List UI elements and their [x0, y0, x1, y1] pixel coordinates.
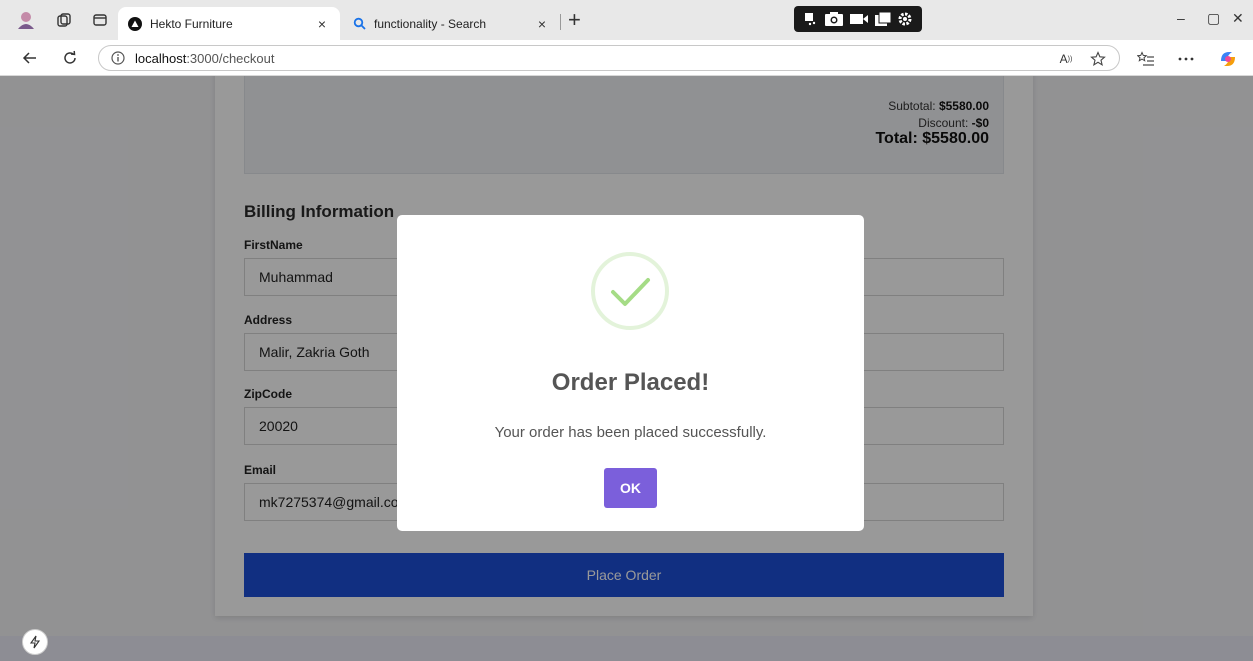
success-check-icon — [590, 251, 670, 331]
tab-close-icon[interactable]: × — [314, 16, 330, 32]
order-placed-modal: Order Placed! Your order has been placed… — [397, 215, 864, 531]
copilot-icon[interactable] — [1218, 49, 1238, 69]
screen-capture-toolbar — [794, 6, 922, 32]
tab-title: Hekto Furniture — [150, 16, 233, 31]
tab-close-icon[interactable]: × — [534, 16, 550, 32]
tab-functionality-search[interactable]: functionality - Search × — [342, 7, 560, 40]
ok-button[interactable]: OK — [604, 468, 657, 508]
profile-avatar-icon[interactable] — [14, 8, 38, 32]
refresh-icon[interactable] — [60, 48, 80, 68]
url-host: localhost — [135, 50, 187, 66]
url-path: :3000/checkout — [186, 50, 275, 66]
camera-icon[interactable] — [824, 11, 844, 27]
close-window-button[interactable]: ✕ — [1232, 10, 1244, 27]
settings-gear-icon[interactable] — [897, 11, 913, 27]
region-capture-icon[interactable] — [803, 11, 819, 27]
vercel-favicon-icon — [128, 16, 142, 31]
url-field[interactable]: localhost:3000/checkout — [98, 45, 1120, 71]
search-favicon-icon — [352, 17, 366, 31]
read-aloud-icon[interactable]: A)) — [1056, 49, 1076, 69]
dev-tools-bolt-icon[interactable] — [22, 629, 48, 655]
tab-divider — [560, 14, 561, 30]
favorite-star-icon[interactable] — [1088, 49, 1108, 69]
tab-title: functionality - Search — [374, 16, 487, 31]
more-icon[interactable] — [1176, 49, 1196, 69]
workspaces-icon[interactable] — [52, 8, 76, 32]
browser-tab-bar: Hekto Furniture × functionality - Search… — [0, 0, 1253, 40]
back-arrow-icon[interactable] — [20, 48, 40, 68]
minimize-button[interactable]: – — [1177, 10, 1185, 26]
restore-button[interactable]: ▢ — [1207, 10, 1220, 27]
modal-title: Order Placed! — [551, 369, 710, 396]
modal-message: Your order has been placed successfully. — [494, 424, 767, 441]
tab-hekto-furniture[interactable]: Hekto Furniture × — [118, 7, 340, 40]
browser-address-bar: localhost:3000/checkout A)) — [0, 40, 1253, 76]
new-tab-button[interactable]: + — [568, 6, 581, 34]
favorites-list-icon[interactable] — [1136, 49, 1156, 69]
video-record-icon[interactable] — [849, 11, 869, 27]
tab-actions-icon[interactable] — [88, 8, 112, 32]
site-info-icon[interactable] — [111, 51, 125, 65]
window-capture-icon[interactable] — [874, 11, 892, 27]
